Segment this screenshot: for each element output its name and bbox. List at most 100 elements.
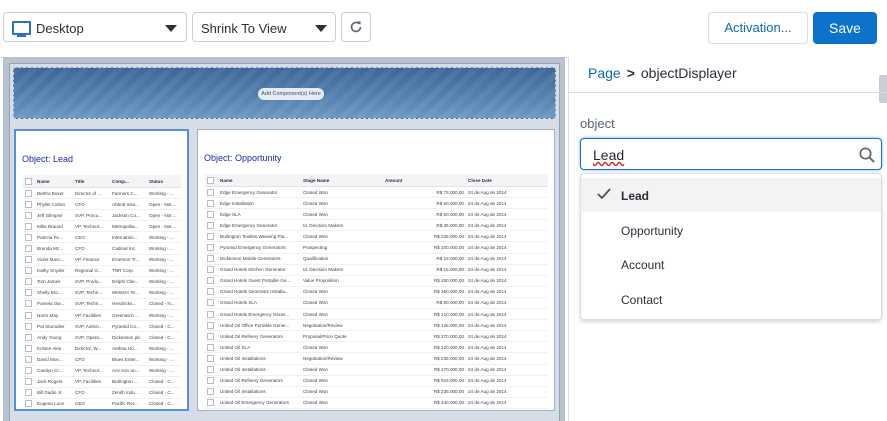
table-row[interactable]: Phyllis Cotton CFO Abbott Insu... Open - No… (23, 198, 181, 211)
select-all-checkbox[interactable] (25, 177, 32, 185)
dropdown-option-lead[interactable]: Lead (581, 178, 881, 212)
row-checkbox[interactable] (25, 367, 32, 375)
save-button[interactable]: Save (813, 12, 877, 44)
column-header[interactable]: Close Date (466, 174, 548, 187)
table-row[interactable]: Jack Rogers VP, Facilities Burlington ... C… (23, 376, 181, 388)
row-checkbox[interactable] (207, 210, 214, 218)
table-row[interactable]: Pamela Ow... SVP, Techn... Hendricks... Clo… (23, 298, 181, 311)
table-row[interactable]: Andy Young SVP, Opera... Dickenson plc Clos… (23, 331, 181, 344)
row-checkbox[interactable] (207, 377, 214, 385)
opportunity-component[interactable]: Object: Opportunity Name Stage Name Amount… (197, 129, 555, 411)
activation-button[interactable]: Activation... (708, 12, 808, 44)
table-row[interactable]: United Oil SLA Closed Won R$ 120.000,00 24 … (205, 341, 548, 354)
row-checkbox[interactable] (207, 244, 214, 252)
table-row[interactable]: Grand Hotels Emergency Gener... Closed Wo… (205, 308, 548, 321)
table-row[interactable]: David Mon... CFO Blues Enter... Working - .… (23, 353, 181, 366)
column-header[interactable]: Comp... (110, 175, 147, 188)
device-select[interactable]: Desktop (3, 12, 187, 42)
row-checkbox[interactable] (25, 311, 32, 319)
table-row[interactable]: Tom James SVP, Produ... Delphi Che... Worki… (23, 276, 181, 288)
row-checkbox[interactable] (25, 322, 32, 330)
column-header[interactable]: Name (35, 175, 73, 188)
row-checkbox[interactable] (25, 245, 32, 253)
view-mode-select[interactable]: Shrink To View (192, 12, 336, 42)
row-checkbox[interactable] (207, 255, 214, 263)
row-checkbox[interactable] (25, 389, 32, 397)
row-checkbox[interactable] (25, 189, 32, 197)
panel-collapse-handle[interactable] (879, 75, 887, 103)
dropdown-option-account[interactable]: Account (581, 247, 881, 281)
dropdown-option-contact[interactable]: Contact (581, 282, 881, 316)
table-row[interactable]: Kristen Akin Director, W... Aethna Ho... Wo… (23, 342, 181, 355)
table-row[interactable]: Bill Dadio Jr CFO Zenith Indu... Closed - C… (23, 387, 181, 399)
row-checkbox[interactable] (207, 221, 214, 229)
table-row[interactable]: Kathy Snyder Regional G... TNR Corp. Workin… (23, 265, 181, 277)
table-row[interactable]: United Oil Refinery Generators Closed Won… (205, 375, 548, 387)
column-header[interactable]: Status (147, 175, 181, 188)
row-checkbox[interactable] (25, 200, 32, 208)
row-checkbox[interactable] (25, 344, 32, 352)
table-row[interactable]: Carolyn Cr... VP, Technol... Ace Iron an..… (23, 365, 181, 377)
row-checkbox[interactable] (207, 366, 214, 374)
row-checkbox[interactable] (25, 355, 32, 363)
dropdown-option-opportunity[interactable]: Opportunity (581, 213, 881, 247)
table-row[interactable]: Grand Hotels Generator Installa... Closed… (205, 286, 548, 298)
table-row[interactable]: Grand Hotels Guest Portable Ge... Value P… (205, 275, 548, 287)
table-row[interactable]: Bertha Boxer Director of ... Farmers C... W… (23, 187, 181, 200)
table-row[interactable]: Brenda Mc... CFO Cadinal Inc. Working - ... (23, 242, 181, 255)
row-checkbox[interactable] (25, 211, 32, 219)
column-header[interactable]: Title (73, 175, 110, 188)
row-checkbox[interactable] (25, 267, 32, 275)
row-checkbox[interactable] (207, 343, 214, 351)
table-row[interactable]: Norm May VP, Facilities Greenwich ... Worki… (23, 309, 181, 322)
table-row[interactable]: United Oil Emergency Generators Closed Wo… (205, 397, 548, 409)
row-checkbox[interactable] (207, 199, 214, 207)
refresh-button[interactable] (341, 12, 371, 42)
row-checkbox[interactable] (207, 188, 214, 196)
row-checkbox[interactable] (25, 222, 32, 230)
row-checkbox[interactable] (207, 266, 214, 274)
table-row[interactable]: Edge SLA Closed Won R$ 60.000,00 24 de Aug … (205, 208, 548, 221)
table-row[interactable]: Shelly Bro... SVP, Techn... Western Te... W… (23, 287, 181, 299)
row-checkbox[interactable] (207, 277, 214, 285)
row-checkbox[interactable] (25, 400, 32, 408)
column-header[interactable]: Stage Name (301, 174, 383, 187)
table-row[interactable]: Edge Emergency Generator Closed Won R$ 75.… (205, 186, 548, 199)
row-checkbox[interactable] (25, 278, 32, 286)
row-checkbox[interactable] (207, 232, 214, 240)
add-component-button[interactable]: Add Component(s) Here (258, 88, 324, 100)
table-row[interactable]: United Oil Installations Closed Won R$ 270… (205, 364, 548, 376)
table-row[interactable]: Mike Braund VP, Technol... Metropolita... O… (23, 220, 181, 233)
table-row[interactable]: United Oil Installations Closed Won R$ 235… (205, 386, 548, 398)
row-checkbox[interactable] (207, 299, 214, 307)
row-checkbox[interactable] (207, 354, 214, 362)
row-checkbox[interactable] (25, 233, 32, 241)
table-row[interactable]: Grand Hotels SLA Closed Won R$ 90.000,00 24… (205, 297, 548, 310)
row-checkbox[interactable] (207, 310, 214, 318)
row-checkbox[interactable] (25, 333, 32, 341)
table-row[interactable]: Patricia Fe... CEO Internation... Working -… (23, 231, 181, 244)
row-checkbox[interactable] (25, 378, 32, 386)
table-row[interactable]: Pyramid Emergency Generators Prospecting R… (205, 241, 548, 254)
table-row[interactable]: United Oil Installations Negotiation/Revi… (205, 352, 548, 365)
row-checkbox[interactable] (207, 388, 214, 396)
table-row[interactable]: Jeff Glimpse SVP, Procu... Jackson Co... Op… (23, 209, 181, 222)
row-checkbox[interactable] (25, 300, 32, 308)
lead-component[interactable]: Object: Lead Name Title Comp... Status Bert… (14, 129, 189, 411)
header-drop-region[interactable]: Add Component(s) Here (13, 67, 556, 119)
column-header[interactable]: Amount (383, 174, 466, 187)
table-row[interactable]: Burlington Textiles Weaving Pla... Closed… (205, 230, 548, 243)
select-all-checkbox[interactable] (207, 176, 214, 184)
row-checkbox[interactable] (25, 256, 32, 264)
row-checkbox[interactable] (207, 321, 214, 329)
row-checkbox[interactable] (207, 332, 214, 340)
table-row[interactable]: Edge Installation Closed Won R$ 50.000,00 2… (205, 197, 548, 210)
table-row[interactable]: Pat Stumuller SVP, Admin... Pyramid Co... C… (23, 320, 181, 333)
column-header[interactable]: Name (218, 174, 301, 187)
breadcrumb-page-link[interactable]: Page (588, 65, 621, 81)
row-checkbox[interactable] (207, 288, 214, 296)
object-combobox-input[interactable]: Lead (580, 138, 882, 170)
table-row[interactable]: Edge Emergency Generator Id. Decision Mak… (205, 219, 548, 232)
table-row[interactable]: United Oil Refinery Generators Proposal/P… (205, 330, 548, 343)
table-row[interactable]: United Oil Office Portable Gener... Negot… (205, 319, 548, 332)
